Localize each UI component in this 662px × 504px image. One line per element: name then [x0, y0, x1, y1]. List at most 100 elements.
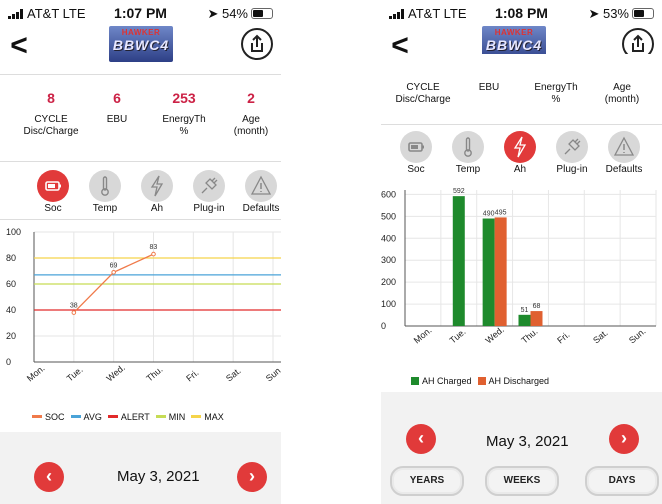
y-tick-label: 20 — [6, 331, 16, 341]
stat-label: EnergyTh% — [162, 114, 206, 137]
y-tick-label: 400 — [381, 233, 396, 243]
tab-label-ah: Ah — [150, 203, 164, 214]
ah-icon — [513, 136, 527, 158]
x-tick-label: Mon. — [412, 325, 434, 346]
years-button[interactable]: YEARS — [390, 466, 464, 496]
bar-ah-charged — [482, 218, 495, 326]
chart-legend: SOC AVG ALERT MIN MAX — [26, 412, 224, 422]
date-label: May 3, 2021 — [117, 468, 200, 485]
data-label: 68 — [533, 303, 541, 310]
stat-value: 8 — [47, 90, 55, 106]
tab-label-ah: Ah — [513, 164, 527, 175]
tab-label-temp: Temp — [455, 164, 481, 175]
back-button[interactable]: < — [6, 29, 32, 63]
status-bar: AT&T LTE 1:07 PM ➤ 54% — [0, 0, 281, 26]
legend-label: AH Discharged — [488, 376, 550, 386]
legend-swatch — [70, 415, 81, 418]
tab-temp[interactable] — [89, 170, 121, 202]
stat-label: Age (month) — [233, 114, 269, 137]
x-tick-label: Fri. — [184, 368, 200, 384]
y-tick-label: 100 — [381, 299, 396, 309]
bar-ah-discharged — [530, 311, 543, 326]
logo-line2: BBWC4 — [112, 37, 170, 53]
tab-defaults[interactable] — [608, 131, 640, 163]
tab-soc[interactable] — [400, 131, 432, 163]
prev-date-button[interactable]: ‹ — [34, 462, 64, 492]
x-tick-label: Tue. — [65, 365, 85, 384]
left-screen: AT&T LTE 1:07 PM ➤ 54% < HAWKER BBWC4 8 CY… — [0, 0, 281, 504]
x-tick-label: Fri. — [555, 330, 571, 346]
logo: HAWKER BBWC4 — [109, 26, 173, 62]
prev-date-button[interactable]: ‹ — [406, 424, 436, 454]
legend-swatch — [191, 415, 202, 418]
bar-ah-charged — [518, 314, 531, 326]
status-bar: AT&T LTE 1:08 PM ➤ 53% — [381, 0, 662, 26]
y-tick-label: 60 — [6, 279, 16, 289]
plugin-icon — [564, 138, 581, 155]
logo-line1: HAWKER — [494, 28, 534, 37]
footer-panel: ‹ May 3, 2021 › YEARS WEEKS DAYS — [381, 392, 662, 504]
nav-bar: < HAWKER BBWC4 — [0, 26, 281, 70]
stat-label: EnergyTh% — [534, 82, 578, 105]
soc-icon — [408, 142, 424, 152]
divider — [0, 161, 281, 162]
x-tick-label: Sun. — [264, 364, 281, 384]
legend-swatch — [32, 415, 42, 418]
tab-plugin[interactable] — [556, 131, 588, 163]
data-label: 51 — [521, 307, 529, 314]
stat-energyth: 253 EnergyTh% — [149, 90, 219, 138]
battery-percent: 53% — [602, 6, 629, 21]
tab-label-plugin: Plug-in — [193, 203, 225, 214]
soc-point — [111, 270, 116, 275]
logo-line2: BBWC4 — [485, 37, 543, 53]
battery-status: ➤ 54% — [207, 6, 273, 22]
y-tick-label: 500 — [381, 211, 396, 221]
next-date-button[interactable]: › — [237, 462, 267, 492]
tab-label-defaults: Defaults — [605, 164, 643, 175]
stat-label: EBU — [478, 82, 500, 93]
x-tick-label: Thu. — [144, 364, 164, 383]
x-tick-label: Wed. — [484, 324, 506, 345]
x-tick-label: Thu. — [519, 326, 539, 345]
y-tick-label: 200 — [381, 277, 396, 287]
tab-ah[interactable] — [141, 170, 173, 202]
legend-swatch — [155, 415, 166, 418]
tab-plugin[interactable] — [193, 170, 225, 202]
tab-defaults[interactable] — [245, 170, 277, 202]
ah-bar-chart: 0 100 200 300 400 500 600 Mon. 592 Tue. 490 495 Wed.… — [381, 188, 657, 346]
tab-label-defaults: Defaults — [242, 203, 280, 214]
tab-label-soc: Soc — [407, 164, 425, 175]
logo-line1: HAWKER — [121, 28, 161, 37]
y-tick-label: 100 — [6, 227, 21, 237]
weeks-button[interactable]: WEEKS — [485, 466, 559, 496]
divider — [0, 219, 281, 220]
soc-icon — [45, 181, 61, 191]
stat-label: CYCLE Disc/Charge — [395, 82, 451, 105]
right-screen: AT&T LTE 1:08 PM ➤ 53% < HAWKERBBWC4 8CY… — [381, 0, 662, 504]
legend-label: SOC — [45, 412, 65, 422]
data-label: 490 — [483, 211, 495, 218]
next-date-button[interactable]: › — [609, 424, 639, 454]
legend-swatch — [411, 377, 419, 385]
date-label: May 3, 2021 — [486, 433, 569, 450]
tab-temp[interactable] — [452, 131, 484, 163]
tab-ah[interactable] — [504, 131, 536, 163]
bar-ah-discharged — [494, 217, 507, 326]
legend-label: MIN — [168, 412, 186, 422]
x-tick-label: Wed. — [105, 362, 127, 383]
y-tick-label: 40 — [6, 305, 16, 315]
plugin-icon — [201, 177, 218, 194]
legend-swatch — [107, 415, 118, 418]
share-button[interactable] — [241, 28, 273, 60]
chart-legend: AH Charged AH Discharged — [405, 376, 549, 386]
legend-label: MAX — [204, 412, 224, 422]
stat-ebu: 6 EBU — [82, 90, 152, 126]
tab-label-plugin: Plug-in — [556, 164, 588, 175]
divider — [381, 124, 662, 125]
days-button[interactable]: DAYS — [585, 466, 659, 496]
tab-soc[interactable] — [37, 170, 69, 202]
divider — [0, 74, 281, 75]
stat-cycle: 8 CYCLEDisc/Charge — [16, 90, 86, 138]
data-label: 38 — [70, 303, 78, 310]
stat-value: 253 — [172, 90, 196, 106]
